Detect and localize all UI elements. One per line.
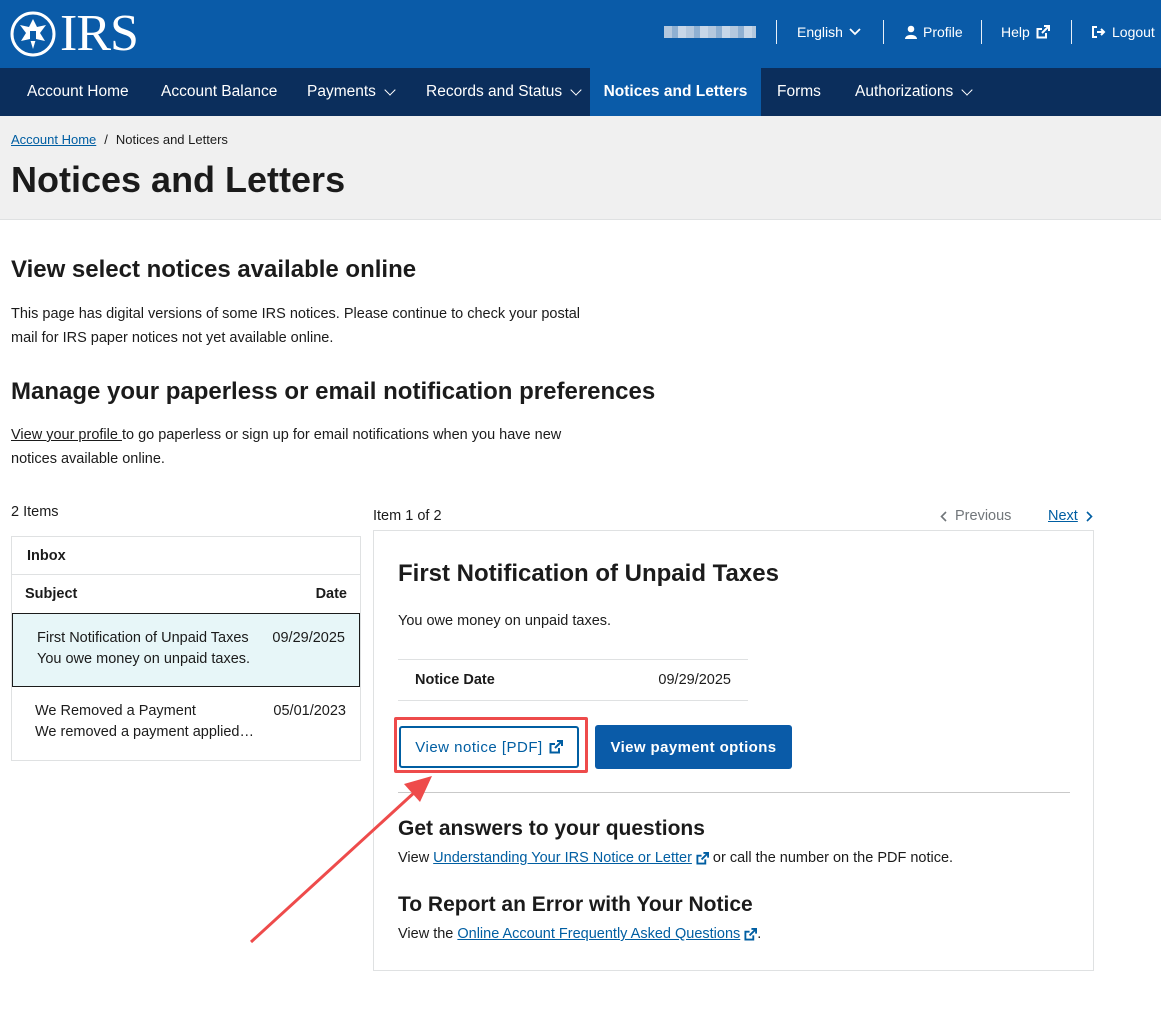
column-subject: Subject <box>25 586 78 602</box>
divider <box>883 20 884 44</box>
report-heading: To Report an Error with Your Notice <box>398 893 753 916</box>
previous-label: Previous <box>955 508 1012 524</box>
report-post: . <box>757 926 762 942</box>
logout-label: Logout <box>1112 24 1155 40</box>
chevron-down-icon <box>961 84 973 96</box>
next-button[interactable]: Next <box>1048 507 1093 525</box>
language-label: English <box>797 24 843 40</box>
irs-logo-text: IRS <box>60 5 139 62</box>
item-status: Item 1 of 2 <box>373 508 442 524</box>
intro-heading: View select notices available online <box>11 256 417 283</box>
row-title: We Removed a Payment <box>35 703 196 719</box>
questions-pre: View <box>398 850 430 866</box>
table-row[interactable]: We Removed a Payment We removed a paymen… <box>12 687 360 759</box>
external-link-icon <box>1036 25 1050 39</box>
view-payment-label: View payment options <box>610 738 777 756</box>
nav-authorizations[interactable]: Authorizations <box>855 68 973 116</box>
external-link-icon <box>549 740 563 754</box>
report-text: View the Online Account Frequently Asked… <box>398 924 761 944</box>
notice-date-row: Notice Date 09/29/2025 <box>398 659 748 701</box>
nav-records-and-status[interactable]: Records and Status <box>426 68 582 116</box>
notice-date-value: 09/29/2025 <box>658 672 731 688</box>
logout-link[interactable]: Logout <box>1092 23 1155 41</box>
intro-text: This page has digital versions of some I… <box>11 306 581 346</box>
view-notice-pdf-button[interactable]: View notice [PDF] <box>399 726 579 768</box>
notice-date-label: Notice Date <box>415 672 495 688</box>
irs-logo[interactable]: IRS <box>10 5 139 62</box>
previous-button[interactable]: Previous <box>940 507 1011 525</box>
nav-label: Forms <box>777 83 821 100</box>
view-notice-label: View notice [PDF] <box>415 738 543 756</box>
external-link-icon <box>744 927 758 941</box>
profile-label: Profile <box>923 24 963 40</box>
nav-payments[interactable]: Payments <box>307 68 396 116</box>
chevron-down-icon <box>384 84 396 96</box>
divider <box>398 792 1070 793</box>
prefs-text: View your profile to go paperless or sig… <box>11 423 601 471</box>
row-summary: We removed a payment applied… <box>35 724 254 740</box>
page-title: Notices and Letters <box>11 159 346 200</box>
redacted-username <box>664 26 756 38</box>
help-label: Help <box>1001 24 1030 40</box>
questions-post: or call the number on the PDF notice. <box>712 850 954 866</box>
breadcrumb-current: Notices and Letters <box>115 132 228 147</box>
nav-label: Account Home <box>27 83 129 100</box>
chevron-down-icon <box>570 84 582 96</box>
row-summary: You owe money on unpaid taxes. <box>37 651 251 667</box>
divider <box>1071 20 1072 44</box>
next-label: Next <box>1048 508 1078 524</box>
nav-forms[interactable]: Forms <box>777 68 821 116</box>
nav-account-balance[interactable]: Account Balance <box>161 68 277 116</box>
nav-label: Notices and Letters <box>603 83 748 100</box>
inbox-table: Inbox Subject Date First Notification of… <box>11 536 361 761</box>
notice-detail-card: First Notification of Unpaid Taxes You o… <box>373 530 1094 971</box>
nav-label: Account Balance <box>161 83 278 100</box>
eagle-seal-icon <box>10 11 56 57</box>
language-selector[interactable]: English <box>797 23 861 41</box>
questions-heading: Get answers to your questions <box>398 817 705 840</box>
page-header: Account Home / Notices and Letters Notic… <box>0 116 1161 220</box>
nav-label: Payments <box>307 83 376 100</box>
prefs-heading: Manage your paperless or email notificat… <box>11 378 656 405</box>
divider <box>981 20 982 44</box>
column-date: Date <box>315 586 347 602</box>
profile-link[interactable]: Profile <box>905 23 963 41</box>
faq-link[interactable]: Online Account Frequently Asked Question… <box>457 924 740 944</box>
help-link[interactable]: Help <box>1001 23 1050 41</box>
nav-label: Authorizations <box>855 83 954 100</box>
row-date: 09/29/2025 <box>272 630 345 646</box>
table-row[interactable]: First Notification of Unpaid Taxes You o… <box>12 613 360 687</box>
chevron-right-icon <box>1086 510 1093 522</box>
row-date: 05/01/2023 <box>273 703 346 719</box>
external-link-icon <box>696 851 709 865</box>
breadcrumb-separator: / <box>104 132 108 147</box>
breadcrumb-home-link[interactable]: Account Home <box>11 132 96 148</box>
user-icon <box>905 25 917 39</box>
breadcrumb: Account Home / Notices and Letters <box>11 132 228 148</box>
divider <box>776 20 777 44</box>
view-profile-link[interactable]: View your profile <box>11 427 122 443</box>
chevron-left-icon <box>940 510 947 522</box>
report-pre: View the <box>398 926 454 942</box>
inbox-title: Inbox <box>12 537 360 575</box>
items-count: 2 Items <box>11 504 59 520</box>
chevron-down-icon <box>849 28 861 36</box>
site-header: IRS English Profile Help Logout <box>0 0 1161 68</box>
notice-title: First Notification of Unpaid Taxes <box>398 560 779 587</box>
nav-label: Records and Status <box>426 83 563 100</box>
nav-notices-and-letters[interactable]: Notices and Letters <box>590 68 761 116</box>
questions-text: View Understanding Your IRS Notice or Le… <box>398 848 953 868</box>
main-nav: Account Home Account Balance Payments Re… <box>0 68 1161 116</box>
view-payment-options-button[interactable]: View payment options <box>595 725 792 769</box>
understanding-notice-link[interactable]: Understanding Your IRS Notice or Letter <box>433 848 692 868</box>
logout-icon <box>1092 26 1106 38</box>
notice-summary: You owe money on unpaid taxes. <box>398 613 612 629</box>
row-title: First Notification of Unpaid Taxes <box>37 630 249 646</box>
nav-account-home[interactable]: Account Home <box>27 68 129 116</box>
